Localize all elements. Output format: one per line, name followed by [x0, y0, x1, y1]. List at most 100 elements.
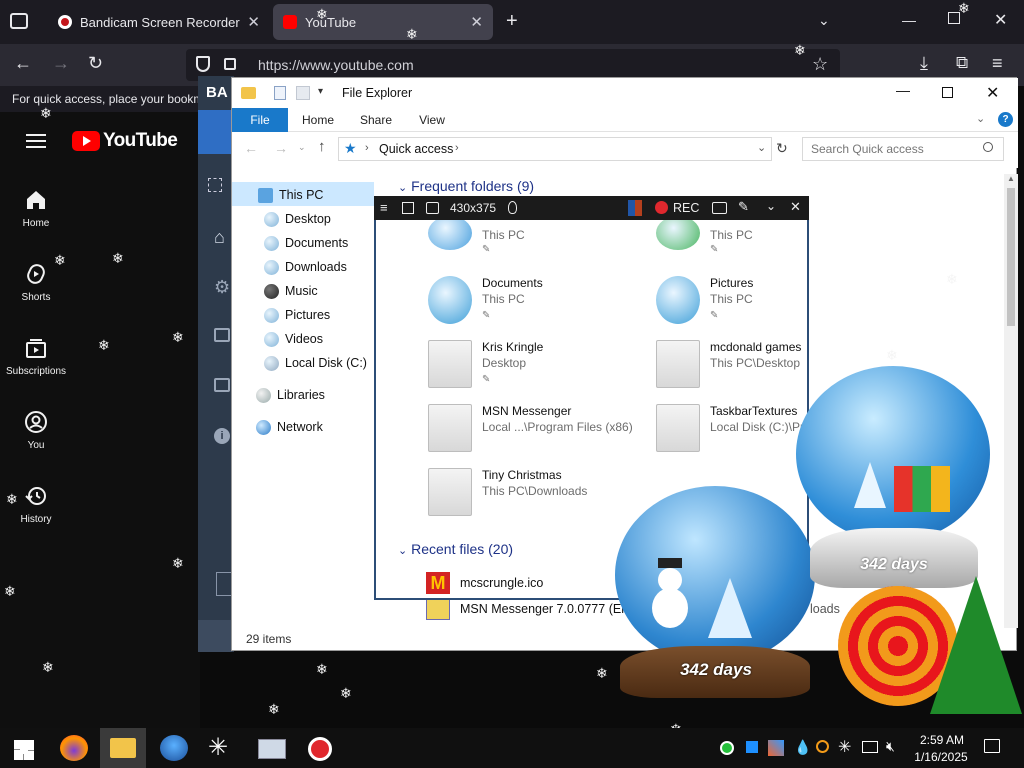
volume-muted-icon[interactable]: 🔇︎	[886, 738, 895, 755]
clock-time[interactable]: 2:59 AM	[914, 733, 970, 747]
christmas-tree-gadget[interactable]	[930, 576, 1022, 714]
scroll-thumb[interactable]	[1007, 188, 1015, 326]
clock-date[interactable]: 1/16/2025	[910, 750, 972, 764]
nav-subscriptions[interactable]: Subscriptions	[0, 336, 72, 377]
capture-size-label[interactable]: 430x375	[450, 201, 496, 215]
screenshot-camera-icon[interactable]	[712, 202, 727, 214]
extensions-icon[interactable]: ⧉	[956, 53, 968, 73]
address-dropdown-icon[interactable]: ⌄	[757, 141, 766, 154]
breadcrumb-chevron-icon[interactable]: ›	[455, 142, 459, 154]
tab-file[interactable]: File	[232, 108, 288, 132]
tab-share[interactable]: Share	[354, 108, 398, 132]
nav-videos[interactable]: Videos	[264, 327, 323, 351]
bandicam-select-icon[interactable]	[208, 178, 222, 192]
fullscreen-icon[interactable]	[402, 202, 414, 214]
tray-sparkle-icon[interactable]: ✳	[838, 737, 851, 757]
close-window-icon[interactable]: ✕	[994, 10, 1007, 30]
nav-libraries[interactable]: Libraries	[256, 383, 325, 407]
notifications-icon[interactable]	[984, 739, 1000, 753]
msn-messenger-icon[interactable]	[160, 735, 188, 761]
nav-this-pc[interactable]: This PC	[258, 183, 323, 207]
scroll-up-icon[interactable]: ▲	[1007, 174, 1015, 183]
back-icon[interactable]: ←	[244, 140, 258, 156]
nav-home[interactable]: Home	[0, 188, 72, 229]
forward-icon[interactable]: →	[52, 53, 70, 74]
close-tab-icon[interactable]: ✕	[247, 13, 260, 31]
nav-you[interactable]: You	[0, 410, 72, 451]
network-icon[interactable]	[862, 741, 878, 753]
tray-square-icon[interactable]	[746, 741, 758, 753]
forward-icon[interactable]: →	[274, 140, 288, 156]
menu-icon[interactable]: ≡	[380, 200, 388, 215]
minimize-window-icon[interactable]: —	[902, 12, 916, 28]
refresh-icon[interactable]: ↻	[776, 140, 788, 157]
collapse-icon[interactable]: ⌄	[766, 199, 776, 213]
bandicam-info-icon[interactable]: i	[214, 428, 230, 444]
tab-bandicam[interactable]: Bandicam Screen Recorder Dov ✕	[48, 4, 270, 40]
shield-icon[interactable]	[196, 56, 210, 72]
address-bar[interactable]: ★ › Quick access › ⌄	[338, 137, 772, 161]
search-box[interactable]: Search Quick access	[802, 137, 1004, 161]
tab-home[interactable]: Home	[296, 108, 340, 132]
start-windows-icon[interactable]	[14, 740, 34, 760]
breadcrumb-quick-access[interactable]: Quick access	[379, 142, 453, 156]
bandicam-settings-icon[interactable]: ⚙	[214, 277, 230, 298]
close-icon[interactable]: ✕	[790, 199, 801, 215]
snow-globe-gadget[interactable]: 342 days	[612, 486, 818, 700]
url-text[interactable]: https://www.youtube.com	[258, 57, 414, 73]
rec-dot-icon[interactable]	[655, 201, 668, 214]
sparkle-app-icon[interactable]: ✳	[208, 733, 228, 762]
nav-network[interactable]: Network	[256, 415, 323, 439]
nav-music[interactable]: Music	[264, 279, 318, 303]
nav-pictures[interactable]: Pictures	[264, 303, 330, 327]
downloads-icon[interactable]: ⤓	[920, 53, 928, 74]
properties-icon[interactable]	[274, 86, 286, 100]
tray-media-icon[interactable]	[768, 740, 784, 756]
tray-green-dot-icon[interactable]	[720, 741, 734, 755]
fe-minimize-icon[interactable]: —	[896, 82, 910, 98]
nav-shorts[interactable]: Shorts	[0, 262, 72, 303]
recent-locations-icon[interactable]: ⌄	[298, 142, 306, 153]
up-icon[interactable]: ↑	[318, 138, 326, 155]
nav-documents[interactable]: Documents	[264, 231, 348, 255]
search-icon[interactable]	[983, 142, 993, 152]
list-all-tabs-icon[interactable]: ⌄	[818, 12, 830, 29]
bandicam-taskbar-icon[interactable]	[308, 737, 332, 761]
expand-ribbon-icon[interactable]: ⌄	[976, 112, 985, 125]
menu-icon[interactable]: ≡	[992, 53, 1003, 74]
tab-view[interactable]: View	[410, 108, 454, 132]
frequent-folders-header[interactable]: ⌄ Frequent folders (9)	[398, 178, 534, 194]
vertical-scrollbar[interactable]: ▲	[1004, 174, 1018, 628]
nav-local-disk[interactable]: Local Disk (C:)	[264, 351, 367, 375]
lock-icon[interactable]	[224, 58, 236, 70]
lock-aspect-icon[interactable]	[508, 201, 517, 214]
tray-drop-icon[interactable]: 💧	[794, 739, 811, 756]
bandicam-home-icon[interactable]: ⌂	[214, 227, 225, 248]
help-icon[interactable]: ?	[998, 112, 1013, 127]
bandicam-image-icon[interactable]	[214, 378, 230, 392]
new-tab-button[interactable]: +	[506, 10, 518, 33]
close-tab-icon[interactable]: ✕	[470, 13, 483, 31]
reload-icon[interactable]: ↻	[88, 53, 103, 74]
nav-desktop[interactable]: Desktop	[264, 207, 331, 231]
hamburger-menu-icon[interactable]	[26, 134, 46, 148]
fe-maximize-icon[interactable]	[942, 87, 953, 98]
photo-viewer-icon[interactable]	[258, 739, 286, 759]
youtube-logo[interactable]: YouTube	[72, 130, 178, 152]
tab-list-icon[interactable]	[10, 13, 28, 29]
draw-pencil-icon[interactable]: ✎	[738, 199, 749, 215]
search-window-icon[interactable]	[426, 202, 439, 214]
rec-button[interactable]: REC	[673, 201, 699, 215]
customize-qat-icon[interactable]: ▾	[318, 86, 323, 97]
bandicam-video-icon[interactable]	[214, 328, 230, 342]
nav-downloads[interactable]: Downloads	[264, 255, 347, 279]
bookmark-star-icon[interactable]: ☆	[812, 54, 828, 75]
firefox-icon[interactable]	[60, 735, 88, 761]
file-explorer-icon[interactable]	[110, 738, 136, 758]
back-icon[interactable]: ←	[14, 53, 32, 74]
tab-youtube[interactable]: YouTube ✕	[273, 4, 493, 40]
tray-search-icon[interactable]	[816, 740, 829, 753]
new-folder-icon[interactable]	[296, 86, 310, 100]
fe-close-icon[interactable]: ✕	[986, 83, 999, 103]
snow-globe-gadget[interactable]: 342 days	[796, 366, 992, 592]
